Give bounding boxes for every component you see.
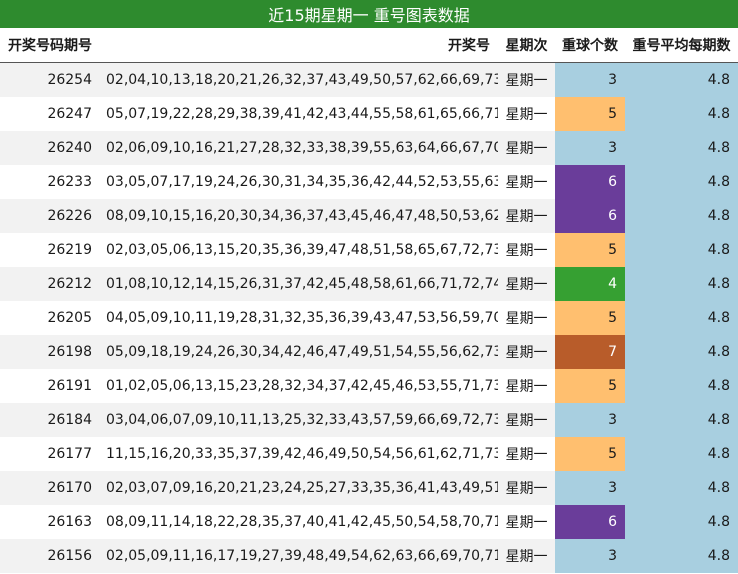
row-avg-repeat: 4.8	[625, 267, 738, 301]
row-avg-repeat: 4.8	[625, 63, 738, 97]
row-weekday: 星期一	[498, 267, 555, 301]
row-repeat-count: 5	[555, 437, 625, 471]
row-period: 26254	[0, 63, 100, 97]
row-weekday: 星期一	[498, 505, 555, 539]
row-avg-repeat: 4.8	[625, 471, 738, 505]
row-avg-repeat: 4.8	[625, 369, 738, 403]
row-weekday: 星期一	[498, 403, 555, 437]
row-period: 26170	[0, 471, 100, 505]
row-repeat-count: 5	[555, 97, 625, 131]
row-numbers: 04,05,09,10,11,19,28,31,32,35,36,39,43,4…	[100, 301, 547, 335]
row-avg-repeat: 4.8	[625, 301, 738, 335]
row-period: 26226	[0, 199, 100, 233]
row-avg-repeat: 4.8	[625, 335, 738, 369]
row-numbers: 02,06,09,10,16,21,27,28,32,33,38,39,55,6…	[100, 131, 547, 165]
row-weekday: 星期一	[498, 165, 555, 199]
row-weekday: 星期一	[498, 539, 555, 573]
row-period: 26198	[0, 335, 100, 369]
row-repeat-count: 5	[555, 369, 625, 403]
row-numbers: 05,09,18,19,24,26,30,34,42,46,47,49,51,5…	[100, 335, 547, 369]
row-repeat-count: 3	[555, 63, 625, 97]
row-repeat-count: 4	[555, 267, 625, 301]
row-numbers: 08,09,11,14,18,22,28,35,37,40,41,42,45,5…	[100, 505, 547, 539]
row-weekday: 星期一	[498, 97, 555, 131]
row-avg-repeat: 4.8	[625, 199, 738, 233]
header-numbers: 开奖号	[448, 38, 490, 54]
row-weekday: 星期一	[498, 199, 555, 233]
row-repeat-count: 6	[555, 199, 625, 233]
header-avg-repeat: 重号平均每期数	[632, 38, 731, 54]
row-numbers: 05,07,19,22,28,29,38,39,41,42,43,44,55,5…	[100, 97, 547, 131]
row-avg-repeat: 4.8	[625, 403, 738, 437]
row-period: 26177	[0, 437, 100, 471]
chart-frame: 近15期星期一 重号图表数据 开奖号码期号 开奖号 星期次 重球个数 重号平均每…	[0, 0, 738, 574]
header-repeat-count: 重球个数	[562, 38, 618, 54]
row-weekday: 星期一	[498, 437, 555, 471]
row-numbers: 11,15,16,20,33,35,37,39,42,46,49,50,54,5…	[100, 437, 547, 471]
row-numbers: 01,08,10,12,14,15,26,31,37,42,45,48,58,6…	[100, 267, 547, 301]
row-numbers: 02,03,07,09,16,20,21,23,24,25,27,33,35,3…	[100, 471, 547, 505]
row-period: 26240	[0, 131, 100, 165]
row-repeat-count: 3	[555, 471, 625, 505]
row-numbers: 03,05,07,17,19,24,26,30,31,34,35,36,42,4…	[100, 165, 547, 199]
row-period: 26212	[0, 267, 100, 301]
row-numbers: 08,09,10,15,16,20,30,34,36,37,43,45,46,4…	[100, 199, 547, 233]
row-period: 26233	[0, 165, 100, 199]
row-period: 26219	[0, 233, 100, 267]
row-weekday: 星期一	[498, 301, 555, 335]
header-period: 开奖号码期号	[8, 38, 92, 54]
row-weekday: 星期一	[498, 233, 555, 267]
row-repeat-count: 3	[555, 403, 625, 437]
row-period: 26156	[0, 539, 100, 573]
row-numbers: 02,05,09,11,16,17,19,27,39,48,49,54,62,6…	[100, 539, 547, 573]
row-weekday: 星期一	[498, 335, 555, 369]
row-numbers: 02,03,05,06,13,15,20,35,36,39,47,48,51,5…	[100, 233, 547, 267]
row-period: 26247	[0, 97, 100, 131]
row-weekday: 星期一	[498, 131, 555, 165]
row-weekday: 星期一	[498, 63, 555, 97]
table-title: 近15期星期一 重号图表数据	[0, 0, 738, 28]
row-repeat-count: 6	[555, 165, 625, 199]
row-period: 26184	[0, 403, 100, 437]
row-repeat-count: 5	[555, 233, 625, 267]
row-numbers: 02,04,10,13,18,20,21,26,32,37,43,49,50,5…	[100, 63, 547, 97]
row-repeat-count: 7	[555, 335, 625, 369]
row-repeat-count: 6	[555, 505, 625, 539]
row-avg-repeat: 4.8	[625, 505, 738, 539]
row-numbers: 03,04,06,07,09,10,11,13,25,32,33,43,57,5…	[100, 403, 547, 437]
row-weekday: 星期一	[498, 471, 555, 505]
data-table: 开奖号码期号 开奖号 星期次 重球个数 重号平均每期数 26254 02,04,1…	[0, 28, 738, 573]
row-repeat-count: 3	[555, 131, 625, 165]
row-period: 26191	[0, 369, 100, 403]
row-avg-repeat: 4.8	[625, 165, 738, 199]
row-avg-repeat: 4.8	[625, 131, 738, 165]
row-avg-repeat: 4.8	[625, 437, 738, 471]
row-period: 26205	[0, 301, 100, 335]
row-repeat-count: 5	[555, 301, 625, 335]
row-period: 26163	[0, 505, 100, 539]
header-weekday: 星期次	[505, 38, 548, 54]
row-avg-repeat: 4.8	[625, 539, 738, 573]
row-repeat-count: 3	[555, 539, 625, 573]
row-numbers: 01,02,05,06,13,15,23,28,32,34,37,42,45,4…	[100, 369, 547, 403]
row-avg-repeat: 4.8	[625, 233, 738, 267]
row-weekday: 星期一	[498, 369, 555, 403]
row-avg-repeat: 4.8	[625, 97, 738, 131]
